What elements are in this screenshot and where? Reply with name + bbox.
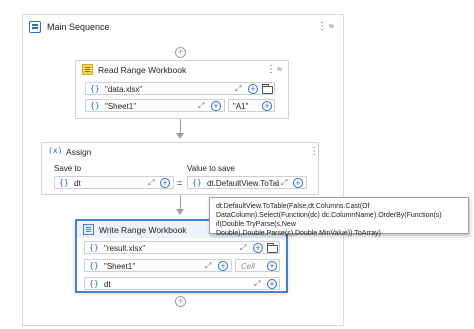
sequence-icon: [29, 21, 41, 33]
sequence-title: Main Sequence: [47, 22, 110, 32]
sequence-header: Main Sequence ⋮ ≈: [23, 15, 343, 39]
expression-icon: {}: [90, 84, 100, 93]
expand-icon[interactable]: ⤢: [254, 279, 260, 289]
expand-icon[interactable]: ⤢: [148, 178, 154, 188]
assign-activity[interactable]: (x) Assign ⋮ Save to Value to save {} dt…: [41, 142, 319, 195]
expand-icon[interactable]: ⤢: [240, 243, 246, 253]
save-to-label: Save to: [54, 164, 82, 173]
flow-connector: [180, 119, 181, 134]
write-range-title: Write Range Workbook: [99, 225, 187, 235]
expand-icon[interactable]: ⤢: [281, 178, 287, 188]
assign-header: (x) Assign ⋮: [42, 143, 319, 160]
expand-icon[interactable]: ⤢: [205, 261, 211, 271]
read-range-value: "A1": [233, 102, 249, 111]
expression-tooltip: dt.DefaultView.ToTable(False,dt.Columns.…: [209, 197, 469, 237]
folder-icon[interactable]: [262, 84, 273, 94]
read-range-menu-icon[interactable]: ⋮: [266, 65, 276, 75]
plus-icon[interactable]: +: [293, 178, 303, 188]
value-to-save-field[interactable]: {} dt.DefaultView.ToTable ⤢ +: [187, 176, 307, 189]
expression-icon: {}: [90, 101, 100, 110]
read-range-collapse-icon[interactable]: ≈: [277, 65, 282, 74]
expression-icon: {}: [89, 261, 99, 270]
sequence-menu-icon[interactable]: ⋮: [317, 22, 327, 32]
excel-read-icon: [82, 64, 93, 75]
write-cell-placeholder: Cell: [241, 262, 255, 271]
plus-icon[interactable]: +: [267, 279, 277, 289]
write-cell-field[interactable]: Cell +: [235, 259, 280, 272]
write-sheet-value: "Sheet1": [104, 262, 136, 271]
value-to-save-label: Value to save: [187, 164, 235, 173]
expand-icon[interactable]: ⤢: [198, 101, 204, 111]
variable-icon: (x): [48, 146, 63, 155]
write-path-field[interactable]: {} "result.xlsx" ⤢ +: [84, 241, 280, 254]
add-activity-top-icon[interactable]: +: [175, 47, 186, 58]
read-range-workbook-activity[interactable]: Read Range Workbook ⋮ ≈ {} "data.xlsx" ⤢…: [75, 60, 289, 119]
add-activity-bottom-icon[interactable]: +: [175, 296, 186, 307]
read-path-field[interactable]: {} "data.xlsx" ⤢ +: [85, 82, 275, 95]
plus-icon[interactable]: +: [253, 243, 263, 253]
write-data-value: dt: [104, 280, 111, 289]
expression-icon: {}: [89, 243, 99, 252]
read-path-value: "data.xlsx": [105, 85, 143, 94]
read-sheet-value: "Sheet1": [105, 102, 137, 111]
plus-icon[interactable]: +: [267, 261, 277, 271]
assign-menu-icon[interactable]: ⋮: [309, 147, 319, 157]
write-data-field[interactable]: {} dt ⤢ +: [84, 277, 280, 290]
write-path-value: "result.xlsx": [104, 244, 146, 253]
expand-icon[interactable]: ⤢: [235, 84, 241, 94]
flow-arrow-icon: [176, 209, 184, 215]
folder-icon[interactable]: [267, 243, 278, 253]
read-range-title: Read Range Workbook: [98, 65, 187, 75]
write-sheet-field[interactable]: {} "Sheet1" ⤢ +: [84, 259, 232, 272]
flow-connector: [180, 195, 181, 210]
expression-icon: {}: [59, 178, 69, 187]
plus-icon[interactable]: +: [248, 84, 258, 94]
assign-title: Assign: [66, 147, 92, 157]
save-to-value: dt: [74, 179, 81, 188]
expression-icon: {}: [89, 279, 99, 288]
plus-icon[interactable]: +: [160, 178, 170, 188]
equals-sign: =: [177, 178, 183, 188]
read-range-header: Read Range Workbook ⋮ ≈: [76, 61, 288, 78]
excel-write-icon: [83, 224, 94, 235]
sequence-collapse-icon[interactable]: ≈: [329, 22, 334, 31]
expression-icon: {}: [192, 178, 202, 187]
plus-icon[interactable]: +: [211, 101, 221, 111]
value-to-save-value: dt.DefaultView.ToTable: [207, 179, 279, 188]
plus-icon[interactable]: +: [218, 261, 228, 271]
read-range-field[interactable]: "A1" +: [228, 99, 275, 112]
plus-icon[interactable]: +: [262, 101, 272, 111]
save-to-field[interactable]: {} dt ⤢ +: [54, 176, 174, 189]
read-sheet-field[interactable]: {} "Sheet1" ⤢ +: [85, 99, 225, 112]
flow-arrow-icon: [176, 133, 184, 139]
